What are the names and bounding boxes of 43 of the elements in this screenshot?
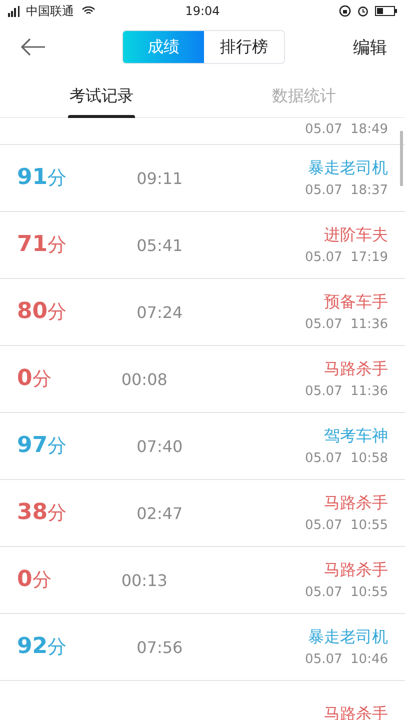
score: 80分	[17, 299, 67, 325]
rank-title: 预备车手	[324, 292, 388, 313]
back-arrow-icon[interactable]	[20, 38, 46, 56]
rank-title: 驾考车神	[324, 426, 388, 447]
score: 97分	[17, 433, 67, 459]
rank-title: 暴走老司机	[308, 627, 388, 648]
score: 92分	[17, 634, 67, 660]
edit-button[interactable]: 编辑	[353, 36, 387, 58]
duration: 05:41	[136, 236, 183, 254]
duration: 07:40	[136, 436, 183, 456]
tab[interactable]: 考试记录	[0, 72, 202, 118]
duration: 02:47	[136, 504, 183, 522]
record-date: 05.07 18:37	[305, 183, 388, 198]
score: 91分	[17, 165, 67, 191]
duration: 00:13	[121, 570, 168, 590]
rank-title: 马路杀手	[324, 359, 388, 380]
score: 0分	[17, 366, 52, 392]
record-date: 05.07 10:58	[305, 451, 388, 466]
battery-icon	[375, 6, 397, 16]
duration: 09:11	[136, 168, 183, 188]
score: 71分	[17, 232, 67, 258]
score: 38分	[17, 500, 67, 526]
record-date: 05.07 10:46	[305, 652, 388, 667]
record-date: 05.07 17:19	[305, 250, 388, 265]
record-date: 05.07 18:49	[305, 122, 388, 137]
rank-title: 暴走老司机	[308, 158, 388, 179]
record-date: 05.07 10:55	[305, 585, 388, 600]
record-date: 05.07 11:36	[305, 317, 388, 332]
duration: 07:56	[136, 638, 183, 656]
rank-title: 马路杀手	[324, 560, 388, 581]
scrollbar	[400, 131, 403, 186]
record-date: 05.07 10:55	[305, 518, 388, 533]
duration: 07:24	[136, 302, 183, 322]
score: 0分	[17, 567, 52, 593]
duration: 00:08	[121, 370, 168, 388]
rank-title: 进阶车夫	[324, 225, 388, 246]
signal-icon	[8, 6, 22, 16]
rank-title: 马路杀手	[324, 493, 388, 514]
record-date: 05.07 11:36	[305, 384, 388, 399]
wifi-icon	[82, 6, 95, 16]
alarm-clock-icon	[357, 5, 369, 17]
clock-time: 19:04	[185, 4, 220, 18]
carrier-name: 中国联通	[26, 2, 74, 20]
